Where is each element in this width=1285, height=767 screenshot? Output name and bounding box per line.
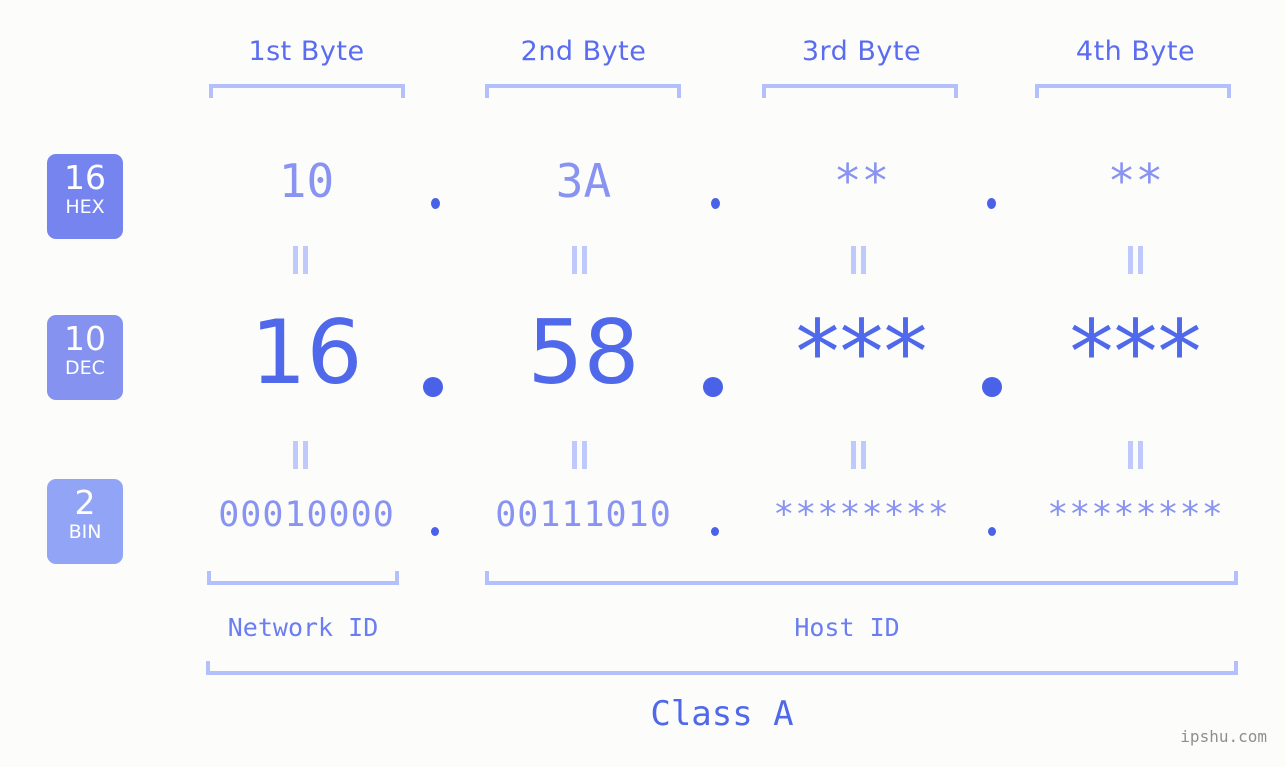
hex-byte-value: 10 bbox=[278, 154, 335, 208]
host-id-bracket bbox=[485, 571, 1238, 585]
base-badge-dec: 10 DEC bbox=[47, 315, 123, 400]
byte-header-label: 1st Byte bbox=[248, 36, 365, 67]
bin-byte-value: 00010000 bbox=[218, 495, 395, 535]
base-badge-name: DEC bbox=[65, 357, 105, 379]
base-badge-number: 2 bbox=[74, 483, 96, 522]
dec-byte-3: *** bbox=[714, 305, 1009, 401]
base-badge-hex: 16 HEX bbox=[47, 154, 123, 239]
equals-mark-dec-bin-1 bbox=[293, 441, 310, 469]
dec-byte-value: 58 bbox=[527, 301, 640, 404]
bin-byte-value: ******** bbox=[1047, 495, 1224, 535]
dec-byte-1: 16 bbox=[159, 305, 454, 401]
equals-mark-dec-bin-2 bbox=[572, 441, 589, 469]
ip-byte-breakdown-diagram: 1st Byte 2nd Byte 3rd Byte 4th Byte 16 H… bbox=[0, 0, 1285, 767]
equals-mark-hex-dec-3 bbox=[851, 246, 868, 274]
base-badge-name: BIN bbox=[68, 521, 102, 543]
bin-byte-3: ******** bbox=[714, 494, 1009, 536]
byte-header-label: 2nd Byte bbox=[520, 36, 647, 67]
byte-header-4: 4th Byte bbox=[988, 32, 1283, 72]
dec-byte-2: 58 bbox=[436, 305, 731, 401]
byte-header-3: 3rd Byte bbox=[714, 32, 1009, 72]
base-badge-name: HEX bbox=[65, 196, 105, 218]
bin-byte-value: ******** bbox=[773, 495, 950, 535]
hex-byte-value: 3A bbox=[555, 154, 612, 208]
dec-byte-value: *** bbox=[1069, 301, 1202, 404]
dec-byte-value: 16 bbox=[250, 301, 363, 404]
byte-bracket-3 bbox=[762, 84, 958, 98]
byte-bracket-1 bbox=[209, 84, 405, 98]
byte-header-2: 2nd Byte bbox=[436, 32, 731, 72]
bin-byte-value: 00111010 bbox=[495, 495, 672, 535]
base-badge-number: 16 bbox=[64, 158, 106, 197]
byte-header-1: 1st Byte bbox=[159, 32, 454, 72]
byte-header-label: 3rd Byte bbox=[801, 36, 922, 67]
dec-byte-value: *** bbox=[795, 301, 928, 404]
class-bracket bbox=[206, 661, 1238, 675]
equals-mark-hex-dec-2 bbox=[572, 246, 589, 274]
byte-header-label: 4th Byte bbox=[1075, 36, 1196, 67]
network-id-bracket bbox=[207, 571, 399, 585]
base-badge-bin: 2 BIN bbox=[47, 479, 123, 564]
watermark: ipshu.com bbox=[1180, 727, 1267, 746]
hex-byte-3: ** bbox=[714, 155, 1009, 207]
hex-byte-1: 10 bbox=[159, 155, 454, 207]
byte-bracket-4 bbox=[1035, 84, 1231, 98]
byte-bracket-2 bbox=[485, 84, 681, 98]
host-id-text: Host ID bbox=[794, 613, 900, 642]
bin-byte-1: 00010000 bbox=[159, 494, 454, 536]
host-id-label: Host ID bbox=[747, 613, 947, 642]
equals-mark-hex-dec-4 bbox=[1128, 246, 1145, 274]
watermark-text: ipshu.com bbox=[1180, 727, 1267, 746]
hex-byte-4: ** bbox=[988, 155, 1283, 207]
hex-byte-value: ** bbox=[833, 154, 890, 208]
equals-mark-hex-dec-1 bbox=[293, 246, 310, 274]
network-id-text: Network ID bbox=[227, 613, 379, 642]
bin-byte-2: 00111010 bbox=[436, 494, 731, 536]
hex-byte-2: 3A bbox=[436, 155, 731, 207]
class-text: Class A bbox=[650, 694, 794, 734]
network-id-label: Network ID bbox=[203, 613, 403, 642]
equals-mark-dec-bin-3 bbox=[851, 441, 868, 469]
hex-byte-value: ** bbox=[1107, 154, 1164, 208]
dec-byte-4: *** bbox=[988, 305, 1283, 401]
base-badge-number: 10 bbox=[64, 319, 106, 358]
bin-byte-4: ******** bbox=[988, 494, 1283, 536]
equals-mark-dec-bin-4 bbox=[1128, 441, 1145, 469]
class-label: Class A bbox=[206, 694, 1238, 734]
